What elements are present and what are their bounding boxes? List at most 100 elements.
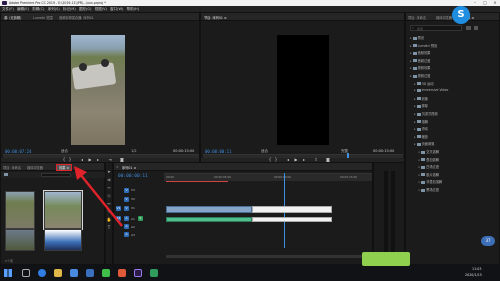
effects-tree-item[interactable]: ▸ Lumetri 预设 <box>410 43 438 48</box>
effects-tree-item[interactable]: ▸ 沉浸式视频 <box>414 111 438 116</box>
chevron-right-icon: ▸ <box>410 66 412 71</box>
ruler-label-0: 00:00 <box>166 175 175 179</box>
tab-media-browser[interactable]: 媒体浏览器 <box>436 15 452 20</box>
media-thumbnail-3[interactable] <box>5 229 35 251</box>
premiere-logo-icon <box>2 1 7 5</box>
effects-tree-item[interactable]: ▸ 预设 <box>410 35 424 40</box>
solo-toggle-icon[interactable]: S <box>138 216 143 221</box>
effects-tree-item[interactable]: ▸ 溶解 <box>414 119 428 124</box>
folder-icon <box>416 135 421 139</box>
audio-meters-panel <box>373 162 405 265</box>
effects-tree-item[interactable]: ▸ 页面剥落 <box>414 141 434 146</box>
effects-tree-item[interactable]: ▫ 黑场过渡 <box>418 187 439 192</box>
transition-icon: ▫ <box>418 157 421 162</box>
tab-project[interactable]: 项目: 未命名 <box>408 15 426 20</box>
timeline-ruler[interactable]: 00:00 00:00:05:00 00:00:10:00 00:00:15:0… <box>164 173 372 181</box>
video-clip-1[interactable] <box>166 206 252 213</box>
premiere-taskbar-icon[interactable] <box>134 269 142 277</box>
effects-tree-item-label: Lumetri 预设 <box>417 43 438 48</box>
floating-badge-text: 37 <box>485 238 491 243</box>
folder-icon <box>416 127 421 131</box>
mail-icon[interactable] <box>86 269 94 277</box>
search-icon: ⌕ <box>412 26 414 30</box>
effects-tree-item[interactable]: ▸ 视频效果 <box>410 65 430 71</box>
effects-tree-item-label: 非叠加溶解 <box>426 180 443 185</box>
watermark-logo-icon: S <box>452 6 470 24</box>
audio-clip-2[interactable] <box>252 217 332 222</box>
task-view-icon[interactable] <box>22 269 30 277</box>
effects-tree-item[interactable]: ▸ 音频效果 <box>410 50 430 56</box>
new-bin-icon[interactable] <box>466 26 471 30</box>
effects-tree-item-label: 白场过渡 <box>426 165 439 170</box>
source-resolution-select[interactable]: 1/2 <box>131 149 137 153</box>
file-explorer-icon[interactable] <box>54 269 62 277</box>
effects-tree-item[interactable]: ▸ 划像 <box>414 96 428 101</box>
tab-audio-clip-mixer[interactable]: 音频剪辑混合器: 序列01 <box>59 15 94 20</box>
ruler-label-15s: 00:00:15:00 <box>340 175 358 179</box>
effects-tree-item[interactable]: ▸ 音频过渡 <box>410 58 430 63</box>
effects-tree-item[interactable]: ▫ 叠加溶解 <box>418 157 439 162</box>
media-thumbnail-4[interactable] <box>44 229 82 251</box>
effects-tree-item[interactable]: ▸ 缩放 <box>414 134 428 139</box>
effects-tree-item[interactable]: ▸ 滑动 <box>414 126 428 132</box>
effects-tree-item[interactable]: ▫ 白场过渡 <box>418 164 439 170</box>
app-icon-2[interactable] <box>150 269 158 277</box>
tab-source[interactable]: 源: (无剪辑) <box>4 15 21 20</box>
a3-target-toggle[interactable]: A <box>124 232 129 237</box>
folder-icon <box>412 44 417 48</box>
work-area-bar[interactable] <box>166 181 228 182</box>
floating-badge[interactable]: 37 <box>481 236 495 246</box>
audio-clip-1[interactable] <box>166 217 252 222</box>
chevron-right-icon: ▸ <box>414 81 416 86</box>
track-label-a1: A1 <box>131 217 135 221</box>
folder-icon[interactable] <box>4 173 8 176</box>
source-video-frame[interactable] <box>71 35 125 145</box>
transition-icon: ▫ <box>418 150 421 154</box>
effects-tree-item[interactable]: ▫ 胶片溶解 <box>418 172 439 177</box>
tab-project[interactable]: 项目: 未命名 <box>3 165 21 170</box>
effects-tree-item-label: 叠加溶解 <box>426 157 439 162</box>
effects-tree-item-label: 滑动 <box>421 127 428 132</box>
timeline-scrollbar[interactable] <box>166 255 366 258</box>
browser-icon[interactable] <box>38 269 46 277</box>
track-label-v2: V2 <box>131 197 135 201</box>
effects-tree-item-label: 擦除 <box>421 104 428 109</box>
effects-tree: ▸ 预设 ▸ Lumetri 预设 ▸ 音频效果 ▸ 音频过渡 ▸ 视频效果 ▸ 视频过渡 ▸ 3D 运动… <box>410 35 498 205</box>
taskbar-date[interactable]: 2020/1/15 <box>465 273 482 277</box>
wechat-icon[interactable] <box>102 269 110 277</box>
media-thumbnail-1[interactable] <box>5 191 35 229</box>
effects-tree-item-label: 胶片溶解 <box>426 172 439 177</box>
track-label-v1: V1 <box>131 206 135 210</box>
effects-tree-item[interactable]: ▫ 交叉溶解 <box>418 149 439 154</box>
effects-tree-item-label: 视频过渡 <box>417 74 431 78</box>
effects-tree-item[interactable]: ▫ 非叠加溶解 <box>418 179 443 185</box>
effects-tree-item[interactable]: ▸ 3D 运动 <box>414 81 433 86</box>
effects-tree-item[interactable]: ▸ Immersive Video <box>414 88 448 92</box>
taskbar-clock[interactable]: 11:03 <box>472 267 482 271</box>
transition-icon: ▫ <box>418 172 421 177</box>
chevron-right-icon: ▸ <box>410 51 412 56</box>
chevron-right-icon: ▸ <box>414 88 416 93</box>
app-icon[interactable] <box>118 269 126 277</box>
car-wheel-2 <box>101 59 109 67</box>
effects-tree-item[interactable]: ▸ 擦除 <box>414 103 428 109</box>
program-timecode-out: 00:00:15:00 <box>373 149 395 153</box>
timeline-panel: × 序列01 ≡ 00:00:00:11 00:00 00:00:05:00 0… <box>113 162 373 265</box>
tab-media-browser[interactable]: 媒体浏览器 <box>27 165 43 170</box>
effects-tree-item[interactable]: ▸ 视频过渡 <box>410 73 431 78</box>
chevron-right-icon: ▸ <box>414 127 416 132</box>
folder-icon <box>416 104 421 108</box>
store-icon[interactable] <box>70 269 78 277</box>
windows-taskbar: 11:03 2020/1/15 <box>0 265 500 281</box>
transition-icon: ▫ <box>418 165 421 170</box>
tab-lumetri-scopes[interactable]: Lumetri 范围 <box>33 15 53 20</box>
windows-start-icon[interactable] <box>4 269 12 277</box>
folder-icon <box>416 112 421 116</box>
program-video-frame[interactable] <box>277 35 329 145</box>
delete-icon[interactable] <box>474 26 478 30</box>
effects-search-field[interactable]: ⌕ 搜索 <box>410 25 462 31</box>
chevron-right-icon: ▸ <box>414 112 416 116</box>
tab-program[interactable]: 节目: 序列01 ≡ <box>204 15 227 20</box>
video-clip-2[interactable] <box>252 206 332 213</box>
folder-icon <box>416 97 421 101</box>
